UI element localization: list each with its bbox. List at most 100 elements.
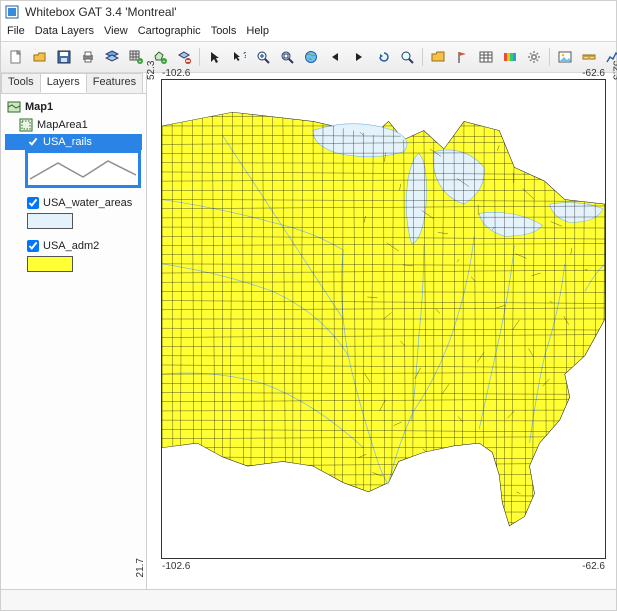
grid-plus-icon: + <box>129 50 143 64</box>
layer-rails-checkbox[interactable] <box>27 136 39 148</box>
layers-icon <box>105 50 119 64</box>
map-frame[interactable]: -102.6 -62.6 -102.6 -62.6 52.3 21.7 52.3… <box>161 79 606 559</box>
globe-button[interactable] <box>300 46 322 68</box>
axis-lon-min-top: -102.6 <box>162 68 190 79</box>
attribute-table-button[interactable] <box>475 46 497 68</box>
layer-water-swatch-row <box>5 211 142 238</box>
globe-icon <box>304 50 318 64</box>
layer-water-checkbox[interactable] <box>27 197 39 209</box>
map-canvas[interactable] <box>162 80 605 558</box>
page-icon <box>9 50 23 64</box>
layers-button[interactable] <box>101 46 123 68</box>
menu-file[interactable]: File <box>7 25 25 37</box>
pan-right-button[interactable] <box>348 46 370 68</box>
save-button[interactable] <box>53 46 75 68</box>
palette-button[interactable] <box>499 46 521 68</box>
layer-tree: Map1 MapArea1 USA_rails <box>1 94 146 285</box>
separator-icon <box>422 48 423 66</box>
separator-icon <box>199 48 200 66</box>
menu-view[interactable]: View <box>104 25 128 37</box>
zoom-full-button[interactable] <box>276 46 298 68</box>
new-button[interactable] <box>5 46 27 68</box>
add-raster-button[interactable]: + <box>125 46 147 68</box>
pointer-button[interactable] <box>204 46 226 68</box>
floppy-icon <box>57 50 71 64</box>
folder-open-icon <box>33 50 47 64</box>
menu-cartographic[interactable]: Cartographic <box>138 25 201 37</box>
preferences-button[interactable] <box>523 46 545 68</box>
cursor-question-icon: ? <box>232 50 246 64</box>
working-dir-button[interactable] <box>427 46 449 68</box>
layer-adm-swatch[interactable] <box>27 256 73 272</box>
palette-icon <box>503 50 517 64</box>
tree-layer-water[interactable]: USA_water_areas <box>5 195 142 211</box>
side-panel: Tools Layers Features Map1 MapArea1 <box>1 73 147 589</box>
toolbar: + + ? ? <box>1 41 616 73</box>
magnifier-icon <box>400 50 414 64</box>
cursor-icon <box>208 50 222 64</box>
history-icon <box>376 50 390 64</box>
layers-minus-icon <box>177 50 191 64</box>
tree-layer-rails[interactable]: USA_rails <box>5 134 142 150</box>
axis-lat-max-left: 52.3 <box>146 61 157 80</box>
layer-water-swatch[interactable] <box>27 213 73 229</box>
menubar: File Data Layers View Cartographic Tools… <box>1 23 616 41</box>
zoom-in-button[interactable] <box>252 46 274 68</box>
titlebar: Whitebox GAT 3.4 'Montreal' <box>1 1 616 23</box>
menu-tools[interactable]: Tools <box>211 25 237 37</box>
export-image-button[interactable] <box>554 46 576 68</box>
print-button[interactable] <box>77 46 99 68</box>
tree-map-area-label: MapArea1 <box>37 119 88 131</box>
app-window: Whitebox GAT 3.4 'Montreal' File Data La… <box>0 0 617 611</box>
window-title: Whitebox GAT 3.4 'Montreal' <box>25 5 177 19</box>
tree-map-label: Map1 <box>25 101 53 113</box>
folder-icon <box>431 50 445 64</box>
tree-map-root[interactable]: Map1 <box>5 98 142 116</box>
layer-rails-swatch[interactable] <box>27 152 139 186</box>
magnifier-plus-icon <box>256 50 270 64</box>
bookmark-button[interactable] <box>451 46 473 68</box>
remove-layer-button[interactable] <box>173 46 195 68</box>
axis-lat-max-right: 52.3 <box>610 61 617 80</box>
main-area: Tools Layers Features Map1 MapArea1 <box>1 73 616 589</box>
svg-text:+: + <box>163 59 166 64</box>
axis-lon-max-top: -62.6 <box>582 68 605 79</box>
flag-icon <box>455 50 469 64</box>
tab-features[interactable]: Features <box>86 73 143 93</box>
layer-adm-checkbox[interactable] <box>27 240 39 252</box>
separator-icon <box>549 48 550 66</box>
arrow-left-icon <box>328 50 342 64</box>
pan-left-button[interactable] <box>324 46 346 68</box>
tree-map-area[interactable]: MapArea1 <box>5 116 142 134</box>
layer-water-label: USA_water_areas <box>43 197 132 209</box>
ruler-icon <box>582 50 596 64</box>
prev-extent-button[interactable] <box>372 46 394 68</box>
zoom-box-button[interactable] <box>396 46 418 68</box>
axis-lat-min-left: 21.7 <box>135 558 146 577</box>
gear-icon <box>527 50 541 64</box>
menu-data-layers[interactable]: Data Layers <box>35 25 94 37</box>
app-icon <box>5 5 19 19</box>
measure-button[interactable] <box>578 46 600 68</box>
table-icon <box>479 50 493 64</box>
status-bar <box>1 589 616 610</box>
image-icon <box>558 50 572 64</box>
side-tabs: Tools Layers Features <box>1 73 146 94</box>
axis-lon-min-bottom: -102.6 <box>162 561 190 572</box>
tab-tools[interactable]: Tools <box>1 73 41 93</box>
printer-icon <box>81 50 95 64</box>
map-icon <box>7 100 21 114</box>
map-area: -102.6 -62.6 -102.6 -62.6 52.3 21.7 52.3… <box>147 73 616 589</box>
tree-layer-adm[interactable]: USA_adm2 <box>5 238 142 254</box>
layer-adm-label: USA_adm2 <box>43 240 99 252</box>
svg-text:?: ? <box>243 51 246 60</box>
identify-button[interactable]: ? <box>228 46 250 68</box>
layer-rails-swatch-row <box>5 150 142 195</box>
layer-rails-label: USA_rails <box>43 136 92 148</box>
open-button[interactable] <box>29 46 51 68</box>
svg-text:+: + <box>139 59 142 64</box>
menu-help[interactable]: Help <box>246 25 269 37</box>
tab-layers[interactable]: Layers <box>40 73 87 93</box>
magnifier-fit-icon <box>280 50 294 64</box>
layer-adm-swatch-row <box>5 254 142 281</box>
